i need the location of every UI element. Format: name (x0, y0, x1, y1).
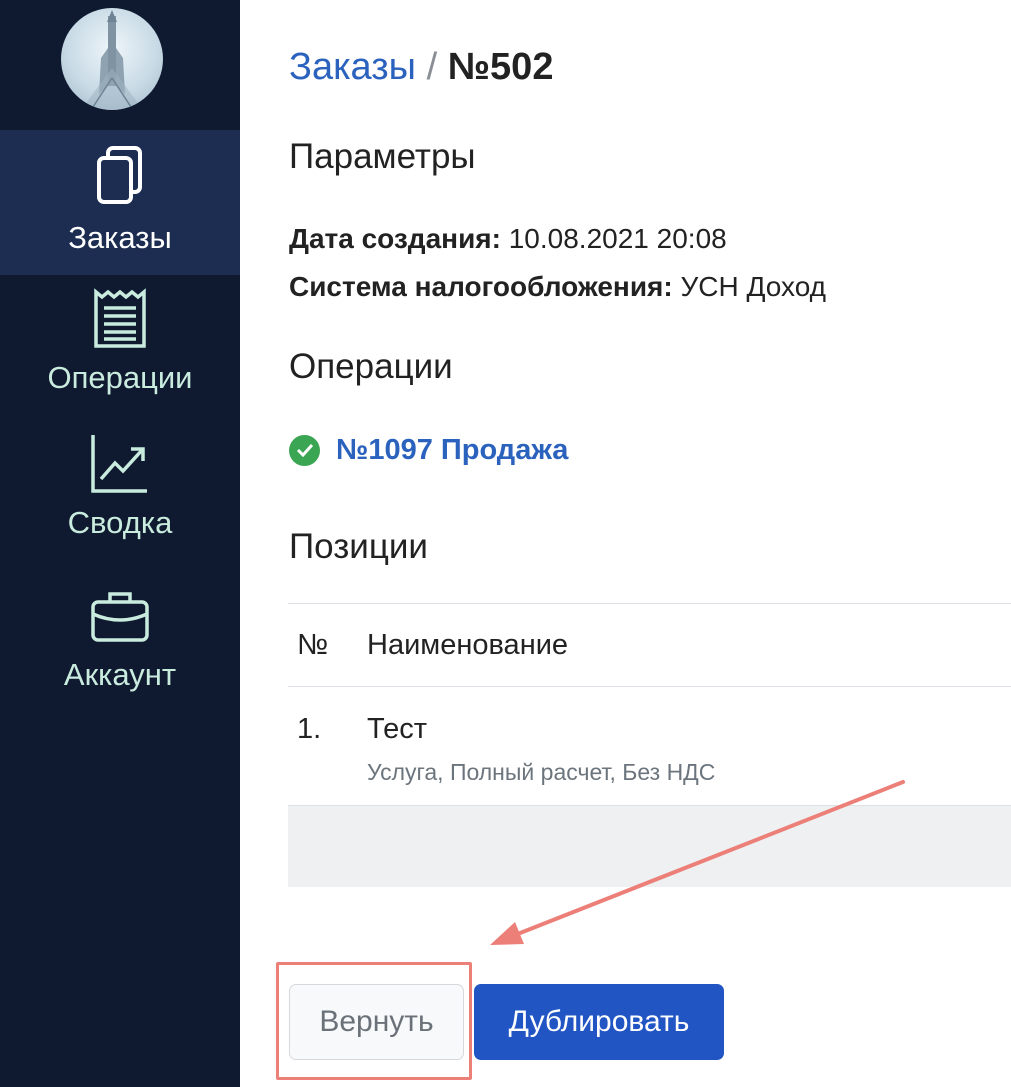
table-divider (288, 603, 1011, 604)
sidebar-item-orders[interactable]: Заказы (0, 130, 240, 275)
params-heading: Параметры (289, 137, 476, 176)
sidebar-item-label: Заказы (68, 220, 172, 255)
breadcrumb-separator: / (426, 46, 438, 88)
chart-trend-icon (0, 432, 240, 496)
sidebar-item-summary[interactable]: Сводка (0, 420, 240, 565)
briefcase-icon (0, 584, 240, 648)
column-header-name: Наименование (367, 629, 569, 661)
sidebar-item-operations[interactable]: Операции (0, 275, 240, 420)
tax-system-value: УСН Доход (680, 271, 827, 302)
positions-heading: Позиции (289, 527, 428, 566)
row-number: 1. (297, 713, 322, 745)
created-date-row: Дата создания: 10.08.2021 20:08 (289, 222, 727, 256)
documents-icon (0, 144, 240, 208)
duplicate-button[interactable]: Дублировать (474, 984, 724, 1060)
operation-link[interactable]: №1097 Продажа (289, 432, 568, 468)
receipt-icon (0, 287, 240, 351)
avatar[interactable] (61, 8, 163, 110)
sidebar-item-label: Аккаунт (63, 657, 177, 692)
created-date-value: 10.08.2021 20:08 (508, 223, 727, 254)
created-date-label: Дата создания: (289, 223, 501, 254)
page-title: №502 (447, 46, 554, 88)
tax-system-label: Система налогообложения: (289, 271, 673, 302)
sidebar-item-label: Операции (47, 360, 193, 395)
sidebar: Заказы Операции Сводка Аккаунт (0, 0, 240, 1087)
breadcrumb: Заказы / №502 (289, 44, 553, 90)
return-button[interactable]: Вернуть (289, 984, 464, 1060)
breadcrumb-orders-link[interactable]: Заказы (289, 46, 416, 88)
table-footer (288, 806, 1011, 887)
sidebar-item-label: Сводка (67, 505, 173, 540)
operation-label: №1097 Продажа (336, 433, 569, 466)
sidebar-item-account[interactable]: Аккаунт (0, 572, 240, 717)
rocket-icon (81, 10, 143, 110)
operations-heading: Операции (289, 347, 453, 386)
row-details: Услуга, Полный расчет, Без НДС (367, 759, 716, 785)
column-header-number: № (297, 629, 329, 661)
tax-system-row: Система налогообложения: УСН Доход (289, 270, 826, 304)
table-divider (288, 686, 1011, 687)
row-name: Тест (367, 713, 427, 745)
check-circle-icon (289, 434, 320, 466)
